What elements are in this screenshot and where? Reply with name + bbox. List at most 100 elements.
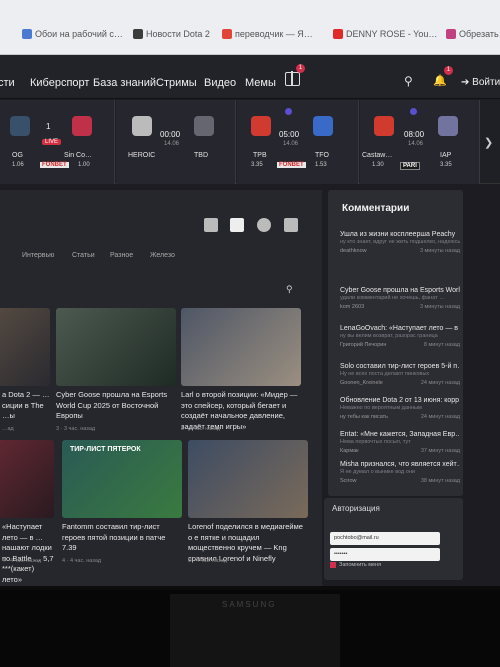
bookmark-item[interactable]: DENNY ROSE - You… xyxy=(333,26,437,42)
remember-me-checkbox[interactable]: Запомнить меня xyxy=(330,562,381,568)
search-icon[interactable]: ⚲ xyxy=(404,74,413,88)
bookmaker-logo[interactable]: PARI xyxy=(400,162,420,170)
odd: 1.06 xyxy=(12,162,24,168)
bookmaker-logo[interactable]: FONBET xyxy=(277,162,306,168)
comments-sidebar: Комментарии Ушла из жизни косплеерша Pea… xyxy=(328,190,463,496)
gear-filter-icon[interactable] xyxy=(257,218,271,232)
match-card[interactable]: 1 LIVE OG Sin Co… 1.06 FONBET 1.00 xyxy=(0,100,115,184)
team-logo xyxy=(10,116,30,136)
odd: 1.00 xyxy=(78,162,90,168)
news-card[interactable]: «Наступает лето — в …нашают лодки по Bat… xyxy=(0,440,54,586)
nav-item-knowledge-base[interactable]: База знаний xyxy=(93,77,156,89)
news-thumbnail xyxy=(0,440,54,518)
dota-filter-icon[interactable] xyxy=(230,218,244,232)
comment-title: Ушла из жизни косплеерша Peachy xyxy=(340,231,456,238)
nav-item-video[interactable]: Видео xyxy=(204,77,236,89)
comment-title: Misha признался, что является хейт… xyxy=(340,461,460,468)
bookmaker-logo[interactable]: FONBET xyxy=(40,162,69,168)
news-meta: …ад xyxy=(2,426,14,432)
comment-title: Entat: «Мне кажется, Западная Евр… xyxy=(340,431,460,438)
match-time: 05:00 xyxy=(279,130,300,139)
bookmark-item[interactable]: Обои на рабочий с… xyxy=(22,26,123,42)
team-logo xyxy=(251,116,271,136)
comment-item[interactable]: Обновление Dota 2 от 13 июня: корр… Нева… xyxy=(340,396,460,420)
news-card[interactable]: ТИР-ЛИСТ ПЯТЕРОК Fantomm составил тир-ли… xyxy=(62,440,182,586)
match-date: 14.06 xyxy=(164,141,180,147)
grid-view-icon[interactable] xyxy=(204,218,218,232)
tier-icon xyxy=(285,108,292,115)
news-thumbnail xyxy=(56,308,176,386)
odd: 1.30 xyxy=(372,162,384,168)
nav-item-news[interactable]: сти xyxy=(0,77,15,89)
match-card[interactable]: 05:00 14.06 TPB TFO 3.35 FONBET 1.53 xyxy=(237,100,359,184)
team-logo xyxy=(438,116,458,136)
email-field[interactable]: pochtobo@mail.ru xyxy=(330,532,440,545)
news-meta: 4 · 4 час. назад xyxy=(2,558,42,564)
game-filter-icon[interactable] xyxy=(284,218,298,232)
login-button[interactable]: ➔ Войти xyxy=(461,77,500,88)
bookmark-label: DENNY ROSE - You… xyxy=(346,29,438,39)
comment-preview: удали комментарий не хочешь, фанат … xyxy=(340,295,445,301)
search-icon[interactable]: ⚲ xyxy=(286,284,293,295)
comment-item[interactable]: Cyber Goose прошла на Esports World … уд… xyxy=(340,286,460,310)
nav-item-memes[interactable]: Мемы xyxy=(245,77,276,89)
news-meta: 8 · 4 час. назад xyxy=(188,558,228,564)
news-feed: Интервью Статьи Разное Железо ⚲ a Dota 2… xyxy=(0,190,322,586)
bookmark-item[interactable]: Обрезать xyxy=(446,26,499,42)
tab-hardware[interactable]: Железо xyxy=(150,252,175,259)
tab-misc[interactable]: Разное xyxy=(110,252,133,259)
nav-item-streams[interactable]: Стримы xyxy=(156,77,197,89)
notification-badge: 1 xyxy=(444,66,453,75)
comment-time: 37 минут назад xyxy=(420,448,460,454)
comment-time: 24 минут назад xyxy=(420,380,460,386)
news-thumbnail xyxy=(181,308,301,386)
team-logo xyxy=(72,116,92,136)
comment-title: Solo составил тир-лист героев 5-й п… xyxy=(340,363,460,370)
match-time: 08:00 xyxy=(404,130,425,139)
team-logo xyxy=(194,116,214,136)
match-time: 00:00 xyxy=(160,130,181,139)
bookmark-item[interactable]: Новости Dota 2 xyxy=(133,26,210,42)
tab-interviews[interactable]: Интервью xyxy=(22,252,54,259)
comment-title: Cyber Goose прошла на Esports World … xyxy=(340,287,460,294)
comment-title: LenaGoOvach: «Наступает лето — в … xyxy=(340,325,460,332)
checkbox-icon xyxy=(330,562,336,568)
gift-badge: 1 xyxy=(296,64,305,73)
bookmark-item[interactable]: переводчик — Я… xyxy=(222,26,313,42)
match-date: 14.06 xyxy=(408,141,424,147)
login-label: Войти xyxy=(472,77,500,88)
live-badge: LIVE xyxy=(42,139,62,145)
comment-item[interactable]: Entat: «Мне кажется, Западная Евр… Нема … xyxy=(340,430,460,454)
tab-articles[interactable]: Статьи xyxy=(72,252,95,259)
odd: 3.35 xyxy=(440,162,452,168)
comment-preview: Ну не всех поста делают пинковых xyxy=(340,371,430,377)
nav-item-esports[interactable]: Киберспорт xyxy=(30,77,89,89)
top-navigation: сти Киберспорт База знаний Стримы Видео … xyxy=(0,55,500,99)
team-logo xyxy=(374,116,394,136)
comment-time: 24 минут назад xyxy=(420,414,460,420)
match-card[interactable]: 00:00 14.06 HEROIC TBD xyxy=(116,100,236,184)
team-name: HEROIC xyxy=(128,152,156,159)
thumbnail-caption: ТИР-ЛИСТ ПЯТЕРОК xyxy=(70,446,141,453)
bookmark-label: Обои на рабочий с… xyxy=(35,29,123,39)
password-field[interactable]: ••••••• xyxy=(330,548,440,561)
bell-icon[interactable]: 🔔 xyxy=(433,74,447,87)
news-title: Fantomm составил тир-лист героев пятой п… xyxy=(62,522,166,552)
news-title: a Dota 2 — …сиции в The …ы xyxy=(2,390,50,420)
gift-icon[interactable] xyxy=(285,71,300,86)
comment-item[interactable]: LenaGoOvach: «Наступает лето — в … ну вы… xyxy=(340,324,460,348)
comment-item[interactable]: Ушла из жизни косплеерша Peachy ну кто з… xyxy=(340,230,460,254)
auth-panel: Авторизация pochtobo@mail.ru ••••••• Зап… xyxy=(324,498,463,580)
comment-item[interactable]: Misha признался, что является хейт… Я не… xyxy=(340,460,460,484)
comment-time: 8 минут назад xyxy=(423,342,460,348)
monitor-screen: Обои на рабочий с… Новости Dota 2 перево… xyxy=(0,0,500,590)
comment-preview: Я не думал о вынике вод они xyxy=(340,469,415,475)
comment-item[interactable]: Solo составил тир-лист героев 5-й п… Ну … xyxy=(340,362,460,386)
chevron-right-icon[interactable]: ❯ xyxy=(484,136,493,149)
auth-title: Авторизация xyxy=(332,504,380,513)
match-card[interactable]: 08:00 14.06 Castaw… IAP 1.30 PARI 3.35 xyxy=(360,100,480,184)
news-card[interactable]: Lorenof поделился в медиагейме о е пятке… xyxy=(188,440,308,586)
news-title: Cyber Goose прошла на Esports World Cup … xyxy=(56,390,168,420)
match-date: 14.06 xyxy=(283,141,299,147)
login-icon: ➔ xyxy=(461,77,470,88)
